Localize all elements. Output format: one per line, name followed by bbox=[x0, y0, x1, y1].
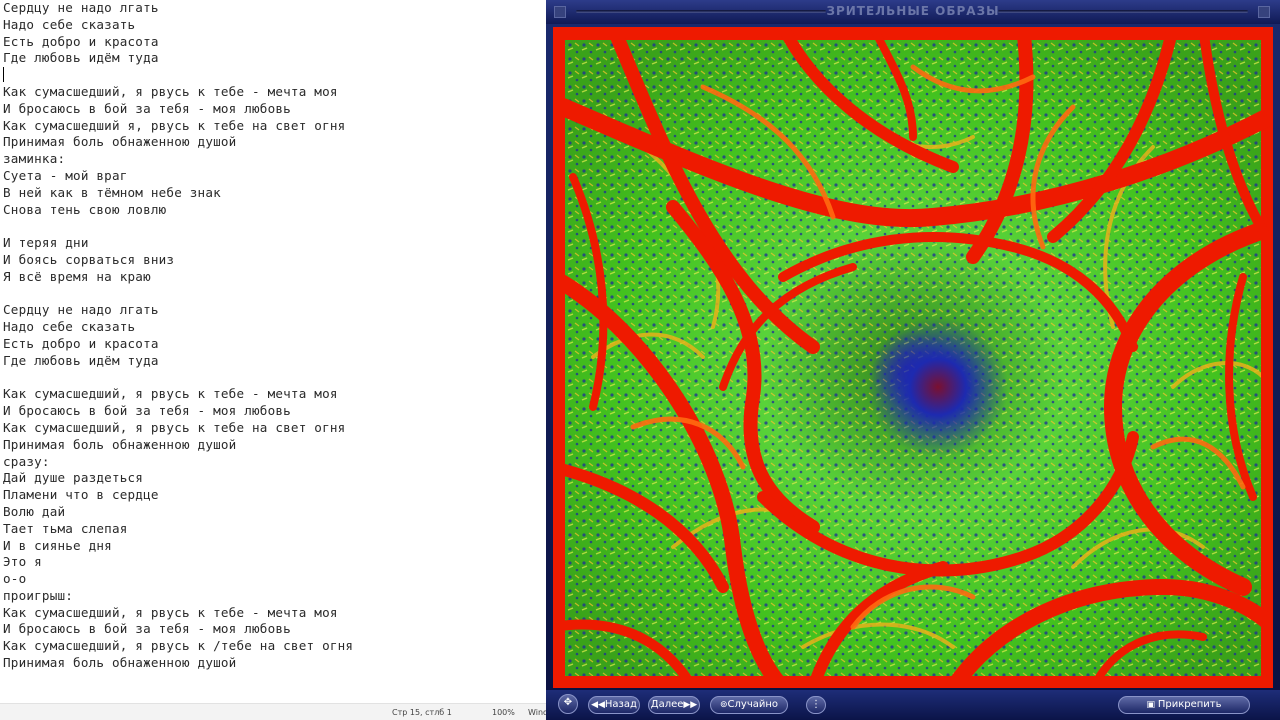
text-line[interactable]: Волю дай bbox=[3, 504, 543, 521]
text-line[interactable]: Я всё время на краю bbox=[3, 269, 543, 286]
text-line[interactable]: Суета - мой враг bbox=[3, 168, 543, 185]
text-line[interactable]: Как сумасшедший, я рвусь к тебе - мечта … bbox=[3, 386, 543, 403]
text-line[interactable]: Принимая боль обнаженною душой bbox=[3, 134, 543, 151]
text-line[interactable]: Принимая боль обнаженною душой bbox=[3, 655, 543, 672]
text-editor[interactable]: Сердцу не надо лгать Надо себе сказать Ест… bbox=[0, 0, 546, 720]
text-line[interactable]: Сердцу не надо лгать bbox=[3, 0, 543, 17]
text-line[interactable]: Как сумасшедший, я рвусь к тебе - мечта … bbox=[3, 84, 543, 101]
text-area[interactable]: Сердцу не надо лгать Надо себе сказать Ест… bbox=[3, 0, 543, 690]
text-line[interactable]: Есть добро и красота bbox=[3, 34, 543, 51]
window-close-icon[interactable] bbox=[1258, 6, 1270, 18]
attach-button-label: Прикрепить bbox=[1157, 699, 1222, 710]
text-line[interactable]: Как сумасшедший, я рвусь к /тебе на свет… bbox=[3, 638, 543, 655]
player-titlebar[interactable]: ЗРИТЕЛЬНЫЕ ОБРАЗЫ bbox=[546, 0, 1280, 24]
forward-icon: ▶▶ bbox=[683, 700, 698, 710]
media-player-window: ЗРИТЕЛЬНЫЕ ОБРАЗЫ ✥ ◀◀Назад Далее▶▶ ⊚Слу… bbox=[546, 0, 1280, 720]
text-line[interactable]: И бросаюсь в бой за тебя - моя любовь bbox=[3, 403, 543, 420]
text-line[interactable]: Тает тьма слепая bbox=[3, 521, 543, 538]
text-line[interactable] bbox=[3, 67, 543, 84]
zoom-level: 100% bbox=[492, 708, 515, 717]
encoding-label: Wind bbox=[528, 708, 546, 717]
text-line[interactable]: Где любовь идём туда bbox=[3, 50, 543, 67]
text-line[interactable]: Принимая боль обнаженною душой bbox=[3, 437, 543, 454]
text-line[interactable]: И бросаюсь в бой за тебя - моя любовь bbox=[3, 621, 543, 638]
rewind-icon: ◀◀ bbox=[591, 700, 605, 710]
text-line[interactable]: Где любовь идём туда bbox=[3, 353, 543, 370]
text-line[interactable]: Надо себе сказать bbox=[3, 319, 543, 336]
text-line[interactable]: И теряя дни bbox=[3, 235, 543, 252]
text-line[interactable]: Надо себе сказать bbox=[3, 17, 543, 34]
back-button[interactable]: ◀◀Назад bbox=[588, 696, 640, 714]
text-line[interactable]: о-о bbox=[3, 571, 543, 588]
text-line[interactable]: Сердцу не надо лгать bbox=[3, 302, 543, 319]
visualization-image bbox=[553, 27, 1273, 688]
arrows-move-icon[interactable]: ✥ bbox=[558, 694, 578, 714]
text-line[interactable]: Снова тень свою ловлю bbox=[3, 202, 543, 219]
text-line[interactable]: Дай душе раздеться bbox=[3, 470, 543, 487]
text-line[interactable] bbox=[3, 218, 543, 235]
text-caret bbox=[3, 67, 4, 82]
next-button-label: Далее bbox=[650, 699, 684, 710]
editor-statusbar: Стр 15, стлб 1 100% Wind bbox=[0, 703, 546, 720]
attach-button[interactable]: ▣ Прикрепить bbox=[1118, 696, 1250, 714]
text-line[interactable] bbox=[3, 286, 543, 303]
text-line[interactable]: И боясь сорваться вниз bbox=[3, 252, 543, 269]
text-line[interactable]: сразу: bbox=[3, 454, 543, 471]
window-icon: ▣ bbox=[1146, 700, 1158, 710]
text-line[interactable]: И бросаюсь в бой за тебя - моя любовь bbox=[3, 101, 543, 118]
text-line[interactable]: Как сумасшедший, я рвусь к тебе на свет … bbox=[3, 420, 543, 437]
text-line[interactable]: Как сумасшедший я, рвусь к тебе на свет … bbox=[3, 118, 543, 135]
cursor-position: Стр 15, стлб 1 bbox=[392, 708, 452, 717]
menu-icon[interactable]: ⋮ bbox=[806, 696, 826, 714]
title-groove-right bbox=[998, 10, 1248, 13]
text-line[interactable]: Это я bbox=[3, 554, 543, 571]
text-line[interactable]: проигрыш: bbox=[3, 588, 543, 605]
next-button[interactable]: Далее▶▶ bbox=[648, 696, 700, 714]
visualization-frame bbox=[553, 27, 1273, 688]
text-line[interactable]: Как сумасшедший, я рвусь к тебе - мечта … bbox=[3, 605, 543, 622]
back-button-label: Назад bbox=[604, 699, 637, 710]
text-line[interactable]: И в сиянье дня bbox=[3, 538, 543, 555]
random-button[interactable]: ⊚Случайно bbox=[710, 696, 788, 714]
random-button-label: Случайно bbox=[727, 699, 779, 710]
shuffle-icon: ⊚ bbox=[719, 700, 728, 710]
player-controlbar: ✥ ◀◀Назад Далее▶▶ ⊚Случайно ⋮ ▣ Прикрепи… bbox=[546, 690, 1280, 720]
text-line[interactable]: заминка: bbox=[3, 151, 543, 168]
text-line[interactable]: Есть добро и красота bbox=[3, 336, 543, 353]
text-line[interactable]: Пламени что в сердце bbox=[3, 487, 543, 504]
text-line[interactable] bbox=[3, 370, 543, 387]
text-line[interactable]: В ней как в тёмном небе знак bbox=[3, 185, 543, 202]
